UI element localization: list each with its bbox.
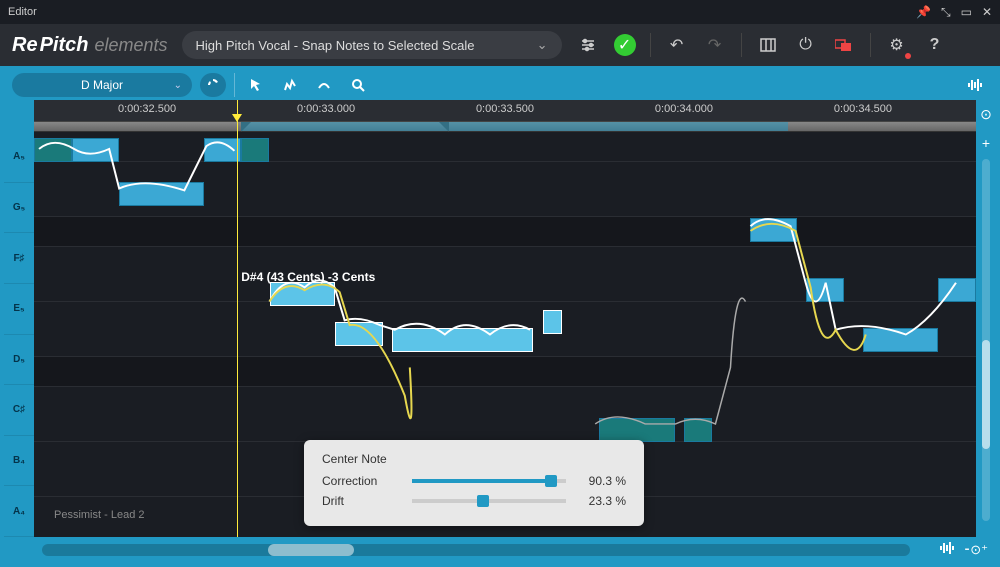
scale-dropdown[interactable]: D Major ⌄ [12, 73, 192, 97]
time-tick: 0:00:34.000 [655, 103, 713, 115]
undo-icon[interactable]: ↶ [665, 33, 689, 57]
note-block[interactable] [750, 218, 797, 242]
help-icon[interactable]: ? [923, 33, 947, 57]
clip-name: Pessimist - Lead 2 [54, 509, 144, 521]
note-label: C♯ [4, 385, 34, 436]
logo-pitch: Pitch [40, 34, 89, 57]
window-title: Editor [8, 6, 37, 18]
editor-area: D Major ⌄ [0, 66, 1000, 567]
playhead[interactable] [237, 100, 238, 537]
note-label: A₅ [4, 132, 34, 183]
note-label: B₄ [4, 436, 34, 487]
separator [741, 33, 742, 57]
preset-dropdown[interactable]: High Pitch Vocal - Snap Notes to Selecte… [182, 31, 562, 59]
note-block[interactable] [72, 138, 119, 162]
zoom-in-icon[interactable]: + [982, 135, 990, 151]
zoom-tool[interactable] [345, 73, 371, 97]
redo-icon[interactable]: ↷ [703, 33, 727, 57]
draw-tool[interactable] [277, 73, 303, 97]
window-titlebar: Editor 📌 ⤡ ▭ ✕ [0, 0, 1000, 24]
waveform-icon[interactable] [962, 73, 988, 97]
note-block[interactable] [119, 182, 204, 206]
bottom-bar: ⁃⊙⁺ [4, 537, 996, 563]
gear-icon[interactable]: ⚙ [885, 33, 909, 57]
zoom-out-icon[interactable]: ⁃⊙⁺ [964, 542, 988, 558]
note-block[interactable] [684, 418, 712, 442]
note-label: F♯ [4, 233, 34, 284]
piano-roll[interactable]: 0:00:32.500 0:00:33.000 0:00:33.500 0:00… [34, 100, 976, 537]
note-block[interactable] [543, 310, 562, 334]
pin-icon[interactable]: 📌 [916, 5, 931, 20]
power-icon[interactable]: ⏻ [794, 33, 818, 57]
chevron-down-icon: ⌄ [537, 37, 548, 53]
logo-re: Re [12, 34, 38, 57]
horizontal-scrollbar[interactable] [42, 544, 910, 556]
close-icon[interactable]: ✕ [982, 5, 992, 20]
chevron-down-icon: ⌄ [174, 80, 182, 91]
vertical-scrollbar[interactable] [982, 159, 990, 521]
editor-body: A₅ G₅ F♯ E₅ D₅ C♯ B₄ A₄ 0:00:32.500 0:00… [4, 100, 996, 537]
pointer-tool[interactable] [243, 73, 269, 97]
correction-slider[interactable] [412, 479, 566, 483]
scale-name: D Major [81, 78, 123, 92]
center-note-panel: Center Note Correction 90.3 % Drift [304, 440, 644, 526]
note-label: D₅ [4, 335, 34, 386]
note-label: G₅ [4, 183, 34, 234]
grid-row [34, 132, 976, 162]
monitor-icon[interactable] [832, 33, 856, 57]
grid-row [34, 387, 976, 442]
hand-tool[interactable] [200, 73, 226, 97]
drift-value: 23.3 % [576, 494, 626, 508]
zoom-fit-icon[interactable]: ⊙ [980, 106, 992, 123]
time-tick: 0:00:34.500 [834, 103, 892, 115]
curve-tool[interactable] [311, 73, 337, 97]
time-tick: 0:00:33.500 [476, 103, 534, 115]
restore-icon[interactable]: ⤡ [941, 5, 951, 20]
track-header[interactable] [34, 122, 976, 132]
columns-icon[interactable] [756, 33, 780, 57]
apply-icon[interactable]: ✓ [614, 34, 636, 56]
drift-slider[interactable] [412, 499, 566, 503]
note-labels-column: A₅ G₅ F♯ E₅ D₅ C♯ B₄ A₄ [4, 100, 34, 537]
settings-icon[interactable] [576, 33, 600, 57]
maximize-icon[interactable]: ▭ [961, 5, 972, 20]
editor-toolbar: D Major ⌄ [4, 70, 996, 100]
time-tick: 0:00:33.000 [297, 103, 355, 115]
main-toolbar: RePitch elements High Pitch Vocal - Snap… [0, 24, 1000, 66]
grid-row [34, 357, 976, 387]
note-label: E₅ [4, 284, 34, 335]
note-block[interactable] [335, 322, 382, 346]
note-label: A₄ [4, 486, 34, 537]
grid-row [34, 217, 976, 247]
correction-label: Correction [322, 474, 402, 488]
snap-icon[interactable] [940, 542, 954, 558]
preset-name: High Pitch Vocal - Snap Notes to Selecte… [196, 38, 475, 53]
right-rail: ⊙ + [976, 100, 996, 537]
separator [234, 73, 235, 97]
panel-title: Center Note [322, 452, 626, 466]
note-block[interactable] [392, 328, 533, 352]
drift-label: Drift [322, 494, 402, 508]
logo-elements: elements [94, 35, 167, 56]
time-tick: 0:00:32.500 [118, 103, 176, 115]
app-logo: RePitch elements [12, 34, 168, 57]
note-block[interactable] [863, 328, 938, 352]
note-tooltip: D#4 (43 Cents) -3 Cents [241, 270, 375, 284]
note-block[interactable] [241, 138, 269, 162]
separator [870, 33, 871, 57]
note-block[interactable] [938, 278, 976, 302]
separator [650, 33, 651, 57]
note-block[interactable] [34, 138, 72, 162]
note-block[interactable] [270, 282, 336, 306]
note-block[interactable] [599, 418, 674, 442]
correction-value: 90.3 % [576, 474, 626, 488]
time-ruler[interactable]: 0:00:32.500 0:00:33.000 0:00:33.500 0:00… [34, 100, 976, 122]
note-block[interactable] [806, 278, 844, 302]
